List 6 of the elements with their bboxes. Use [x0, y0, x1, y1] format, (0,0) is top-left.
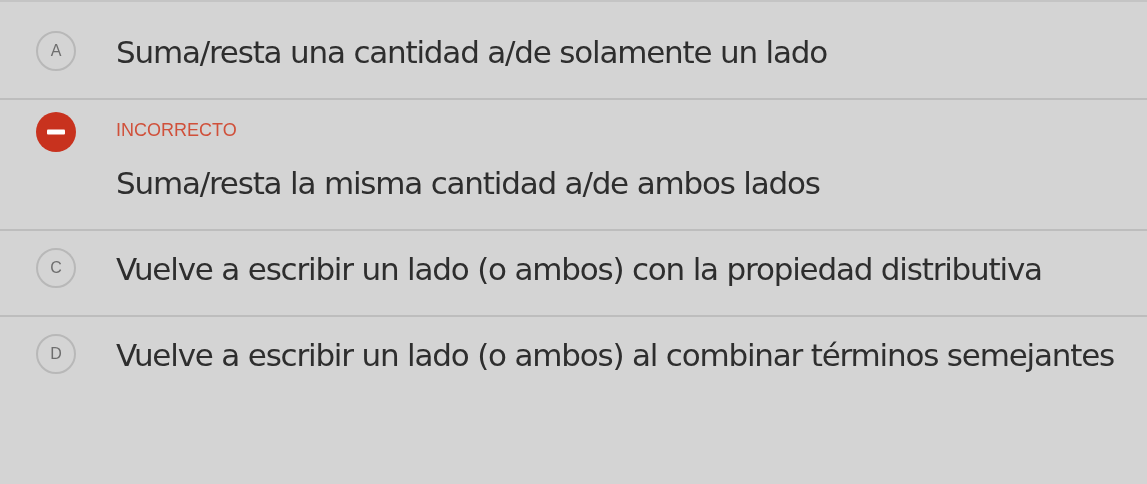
feedback-label: INCORRECTO — [116, 120, 238, 141]
option-letter[interactable]: C — [36, 248, 76, 288]
option-text[interactable]: Vuelve a escribir un lado (o ambos) con la propiedad distributiva — [116, 247, 1042, 291]
option-text[interactable]: Suma/resta la misma cantidad a/de ambos lados — [116, 161, 820, 205]
option-text[interactable]: Suma/resta una cantidad a/de solamente un lado — [116, 30, 828, 74]
option-text[interactable]: Vuelve a escribir un lado (o ambos) al combinar términos semejantes — [116, 333, 1114, 377]
